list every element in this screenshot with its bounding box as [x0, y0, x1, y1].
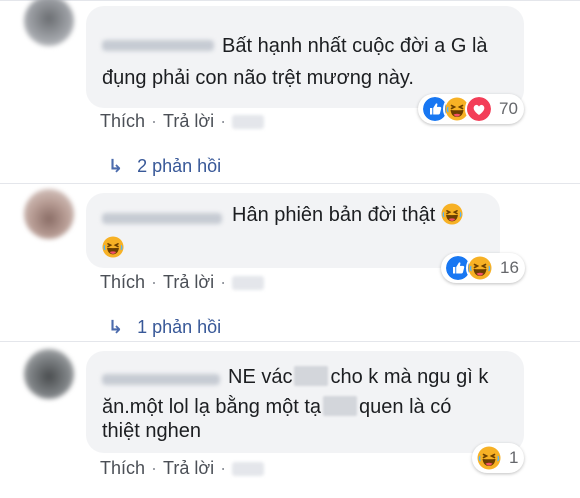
- separator-dot: ·: [220, 272, 227, 292]
- comment-text-line: thiệt nghen: [102, 420, 201, 442]
- timestamp[interactable]: [232, 462, 265, 476]
- avatar[interactable]: [24, 349, 74, 399]
- commenter-name[interactable]: [102, 374, 220, 385]
- timestamp[interactable]: [232, 276, 265, 290]
- reply-arrow-icon: ↳: [108, 156, 124, 176]
- replies-count-label[interactable]: 1 phản hồi: [137, 317, 221, 337]
- separator-dot: ·: [220, 458, 227, 478]
- censored-block: [294, 366, 329, 386]
- reaction-count: 16: [500, 258, 519, 277]
- commenter-name[interactable]: [102, 40, 214, 51]
- like-link[interactable]: Thích: [100, 272, 145, 292]
- comment-text-line: Bất hạnh nhất cuộc đời a G là: [222, 35, 488, 57]
- reaction-summary[interactable]: 16: [441, 253, 525, 283]
- replies-count-label[interactable]: 2 phản hồi: [137, 156, 221, 176]
- comment-text-line: NE vác cho k mà ngu gì k: [228, 363, 488, 391]
- reply-link[interactable]: Trả lời: [163, 458, 214, 478]
- haha-icon: [466, 254, 494, 282]
- comment-text: Hân phiên bản đời thật: [232, 204, 436, 226]
- reply-link[interactable]: Trả lời: [163, 272, 214, 292]
- view-replies-link[interactable]: ↳ 1 phản hồi: [108, 317, 221, 338]
- commenter-name[interactable]: [102, 213, 222, 224]
- haha-emoji-icon: [102, 236, 124, 258]
- reply-arrow-icon: ↳: [108, 317, 124, 337]
- reaction-count: 70: [499, 99, 518, 118]
- comment-text: ăn.một lol lạ bằng một tạ: [102, 396, 322, 418]
- love-icon: [465, 95, 493, 123]
- reply-link[interactable]: Trả lời: [163, 111, 214, 131]
- avatar[interactable]: [24, 189, 74, 239]
- comment-text: NE vác: [228, 366, 293, 388]
- comment-2: Hân phiên bản đời thật 16 Thích · Trả lời ·…: [0, 183, 580, 343]
- haha-icon: [475, 444, 503, 472]
- reaction-count: 1: [509, 448, 519, 467]
- comment-1: Bất hạnh nhất cuộc đời a G là đụng phải …: [0, 0, 580, 180]
- view-replies-link[interactable]: ↳ 2 phản hồi: [108, 156, 221, 177]
- reaction-summary[interactable]: 1: [472, 443, 525, 473]
- reaction-summary[interactable]: 70: [418, 94, 524, 124]
- censored-block: [323, 396, 358, 416]
- comment-text: quen là có: [359, 396, 452, 418]
- comment-text-line: Hân phiên bản đời thật: [232, 201, 463, 229]
- like-link[interactable]: Thích: [100, 111, 145, 131]
- comment-3: NE vác cho k mà ngu gì k ăn.một lol lạ bằ…: [0, 341, 580, 498]
- comment-actions: Thích · Trả lời ·: [100, 111, 265, 132]
- comment-actions: Thích · Trả lời ·: [100, 458, 265, 479]
- comment-actions: Thích · Trả lời ·: [100, 272, 265, 293]
- haha-emoji-icon: [441, 203, 463, 225]
- timestamp[interactable]: [232, 115, 265, 129]
- separator-dot: ·: [151, 272, 158, 292]
- avatar[interactable]: [24, 0, 74, 46]
- comment-text-line: đụng phải con não trệt mương này.: [102, 67, 414, 89]
- comment-text: cho k mà ngu gì k: [330, 366, 489, 388]
- separator-dot: ·: [151, 111, 158, 131]
- separator-dot: ·: [151, 458, 158, 478]
- separator-dot: ·: [220, 111, 227, 131]
- like-link[interactable]: Thích: [100, 458, 145, 478]
